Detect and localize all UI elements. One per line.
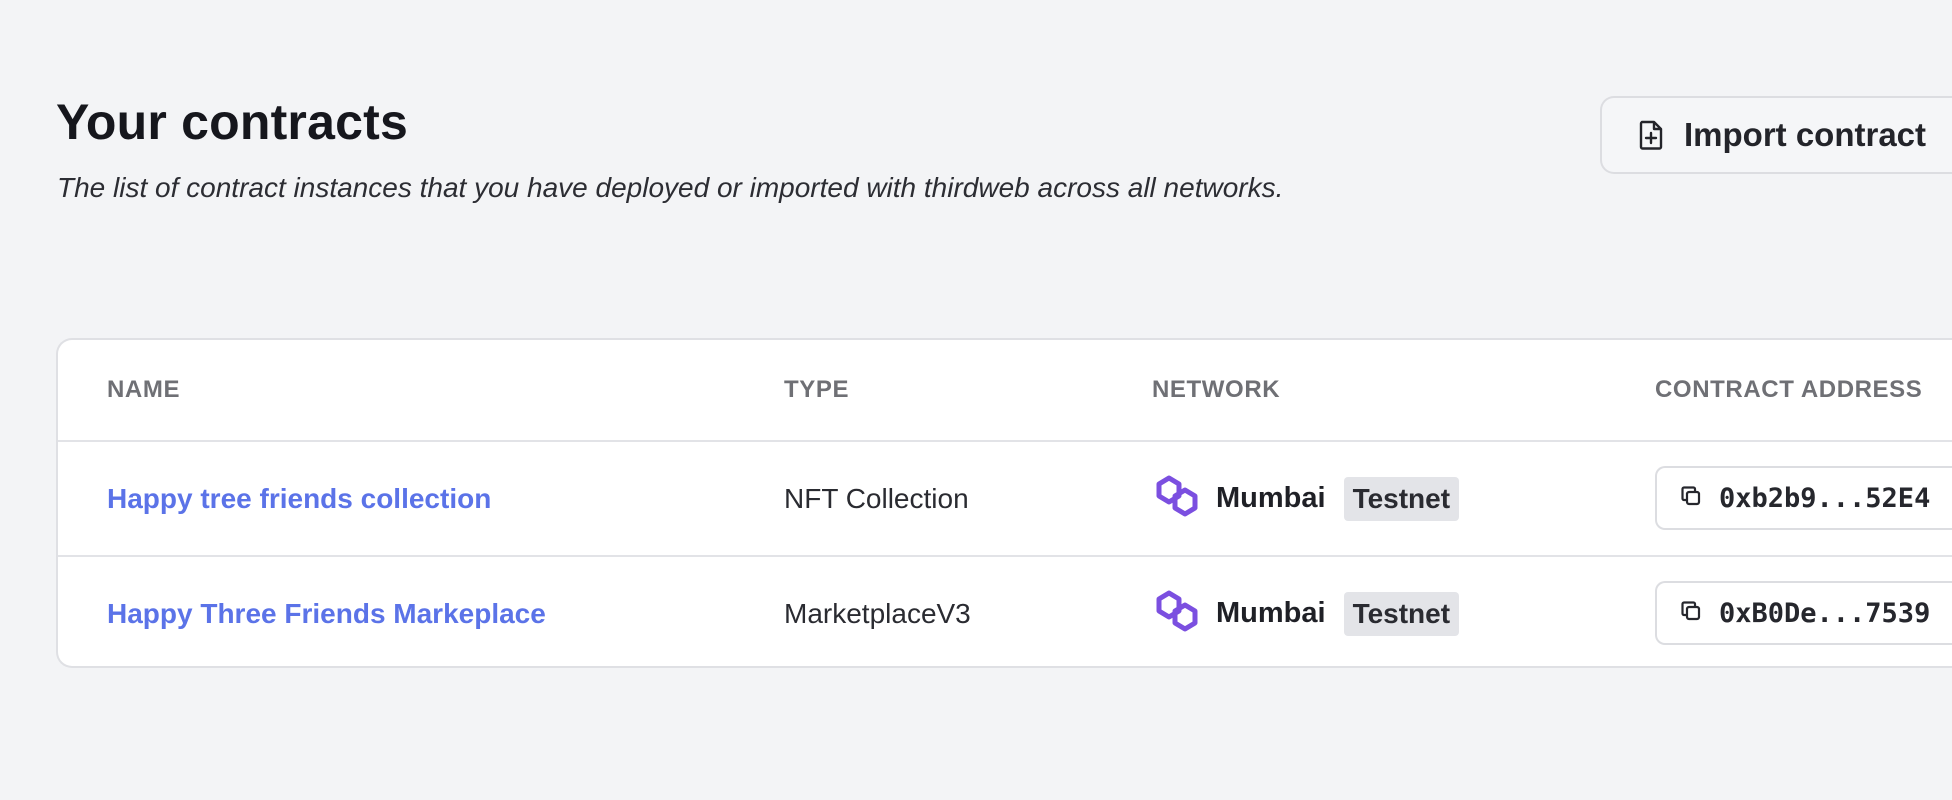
contract-name-link[interactable]: Happy tree friends collection <box>107 483 491 515</box>
import-contract-label: Import contract <box>1684 116 1927 153</box>
contracts-table: NAME TYPE NETWORK CONTRACT ADDRESS Happy… <box>56 338 1952 668</box>
network-cell: Mumbai Testnet <box>1152 557 1460 666</box>
table-row[interactable]: Happy tree friends collection NFT Collec… <box>58 442 1952 557</box>
polygon-icon <box>1152 588 1202 639</box>
copy-icon <box>1679 599 1703 628</box>
copy-address-button[interactable]: 0xB0De...7539 <box>1655 581 1952 645</box>
name-cell: Happy Three Friends Markeplace <box>107 557 546 666</box>
name-cell: Happy tree friends collection <box>107 442 491 555</box>
copy-address-button[interactable]: 0xb2b9...52E4 <box>1655 466 1952 530</box>
column-header-network: NETWORK <box>1152 376 1281 403</box>
column-header-contract-address: CONTRACT ADDRESS <box>1655 376 1923 403</box>
contract-type: MarketplaceV3 <box>784 597 971 629</box>
testnet-badge: Testnet <box>1343 591 1460 636</box>
type-cell: MarketplaceV3 <box>784 557 971 666</box>
table-header: NAME TYPE NETWORK CONTRACT ADDRESS <box>58 340 1952 442</box>
page-title: Your contracts <box>56 94 408 150</box>
table-row[interactable]: Happy Three Friends Markeplace Marketpla… <box>58 557 1952 666</box>
network-cell: Mumbai Testnet <box>1152 442 1460 555</box>
page-subtitle: The list of contract instances that you … <box>57 172 1284 203</box>
copy-icon <box>1679 484 1703 513</box>
file-plus-icon <box>1636 119 1666 151</box>
column-header-name: NAME <box>107 376 181 403</box>
contract-address: 0xb2b9...52E4 <box>1719 482 1931 514</box>
import-contract-button[interactable]: Import contract <box>1600 96 1952 174</box>
column-header-type: TYPE <box>784 376 850 403</box>
contract-name-link[interactable]: Happy Three Friends Markeplace <box>107 598 546 630</box>
network-name: Mumbai <box>1216 597 1326 629</box>
type-cell: NFT Collection <box>784 442 969 555</box>
testnet-badge: Testnet <box>1343 476 1460 521</box>
contract-type: NFT Collection <box>784 482 969 514</box>
network-name: Mumbai <box>1216 482 1326 514</box>
polygon-icon <box>1152 473 1202 524</box>
contract-address: 0xB0De...7539 <box>1719 597 1931 629</box>
